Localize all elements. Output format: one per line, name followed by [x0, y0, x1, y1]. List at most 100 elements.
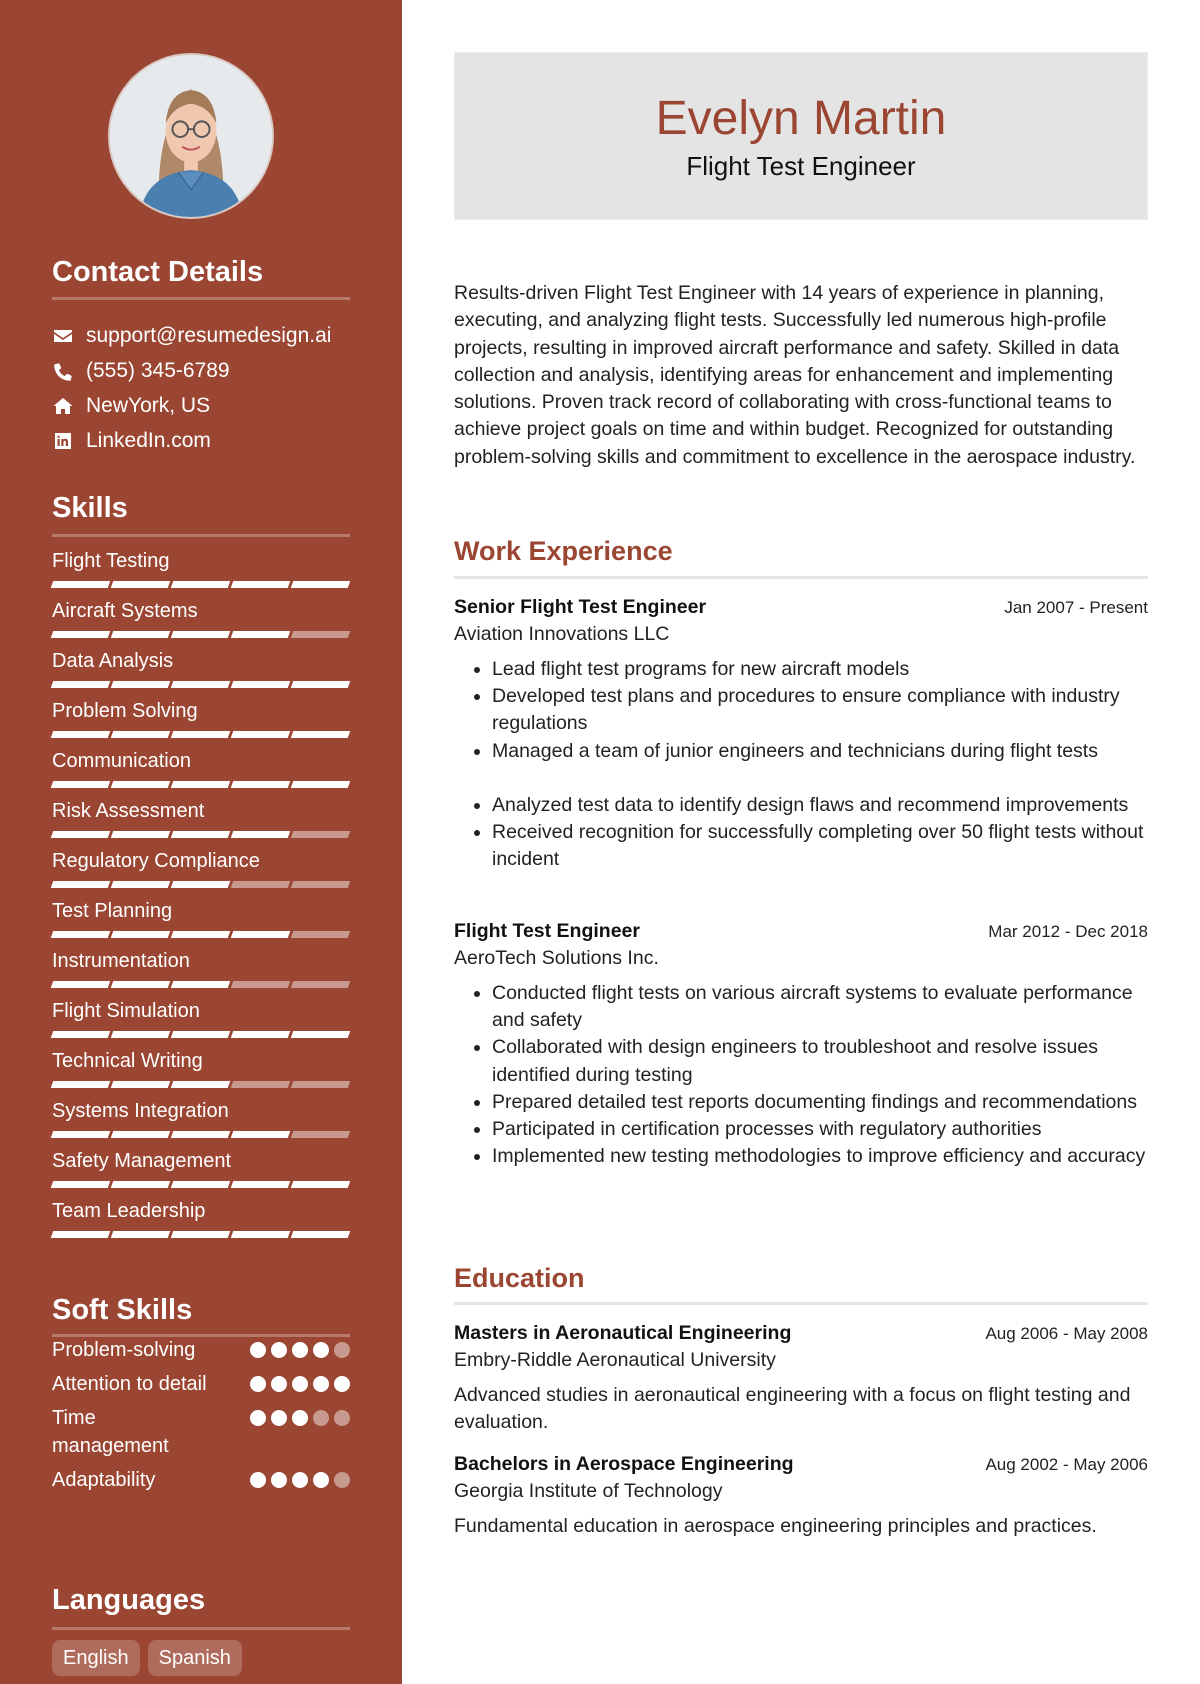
skill-bar-filled [50, 831, 111, 838]
rating-dot-filled [271, 1472, 287, 1488]
skill-bar-filled [170, 1131, 231, 1138]
skill-name: Data Analysis [52, 650, 174, 672]
skill-bar-filled [110, 831, 171, 838]
rating-dot-filled [313, 1342, 329, 1358]
phone-icon [52, 360, 74, 382]
skill-rating [50, 1181, 351, 1188]
skill-name: Instrumentation [52, 950, 190, 972]
contact-linkedin[interactable]: LinkedIn.com [52, 423, 350, 458]
rating-dot-filled [313, 1376, 329, 1392]
bullet-item: Collaborated with design engineers to tr… [492, 1034, 1148, 1088]
rating-dot-filled [250, 1376, 266, 1392]
skill-rating [50, 1031, 351, 1038]
skill-bar-filled [170, 1031, 231, 1038]
languages-divider [52, 1627, 350, 1630]
skill-bar-empty [290, 1081, 351, 1088]
skill-bar-filled [110, 731, 171, 738]
skill-name: Regulatory Compliance [52, 850, 260, 872]
contact-location-text: NewYork, US [86, 393, 211, 417]
rating-dot-filled [271, 1410, 287, 1426]
skill-item: Team Leadership [50, 1196, 351, 1246]
job-company: Aviation Innovations LLC [454, 623, 670, 645]
education-dates: Aug 2006 - May 2008 [985, 1324, 1148, 1343]
skill-item: Flight Testing [50, 546, 351, 596]
contact-heading: Contact Details [52, 256, 264, 288]
skill-bar-filled [230, 731, 291, 738]
skill-bar-filled [170, 931, 231, 938]
skill-bar-filled [170, 981, 231, 988]
skill-item: Data Analysis [50, 646, 351, 696]
rating-dot-filled [292, 1472, 308, 1488]
education-divider [454, 1302, 1148, 1305]
skill-bar-filled [50, 781, 111, 788]
skill-bar-filled [110, 581, 171, 588]
skill-bar-filled [170, 1231, 231, 1238]
contact-phone[interactable]: (555) 345-6789 [52, 353, 350, 388]
rating-dot-filled [271, 1376, 287, 1392]
skill-bar-filled [50, 1131, 111, 1138]
skill-rating [50, 681, 351, 688]
skill-bar-empty [290, 831, 351, 838]
skill-bar-filled [230, 831, 291, 838]
skill-bar-filled [110, 631, 171, 638]
bullet-item: Analyzed test data to identify design fl… [492, 792, 1148, 819]
school-name: Embry-Riddle Aeronautical University [454, 1349, 776, 1371]
skill-bar-filled [230, 1131, 291, 1138]
skill-bar-filled [50, 981, 111, 988]
skill-item: Problem Solving [50, 696, 351, 746]
skill-bar-filled [50, 681, 111, 688]
rating-dot-empty [313, 1410, 329, 1426]
skill-rating [50, 781, 351, 788]
skill-name: Problem Solving [52, 700, 198, 722]
skill-item: Safety Management [50, 1146, 351, 1196]
rating-dot-filled [292, 1342, 308, 1358]
skill-rating [50, 1231, 351, 1238]
soft-skill-name: Problem-solving [52, 1339, 196, 1361]
skill-bar-filled [230, 781, 291, 788]
profile-photo [108, 53, 274, 219]
rating-dot-empty [334, 1342, 350, 1358]
skill-bar-filled [50, 731, 111, 738]
bullet-item: Lead flight test programs for new aircra… [492, 656, 1148, 683]
bullet-item [492, 765, 1148, 792]
skill-item: Systems Integration [50, 1096, 351, 1146]
job-company: AeroTech Solutions Inc. [454, 947, 659, 969]
home-icon [52, 395, 74, 417]
skill-bar-filled [230, 681, 291, 688]
rating-dot-filled [292, 1410, 308, 1426]
skill-bar-filled [110, 931, 171, 938]
skill-bar-filled [110, 681, 171, 688]
contact-email[interactable]: support@resumedesign.ai [52, 318, 350, 353]
skill-name: Flight Simulation [52, 1000, 200, 1022]
job-title: Flight Test Engineer [454, 920, 640, 942]
skill-rating [50, 1081, 351, 1088]
skill-name: Safety Management [52, 1150, 231, 1172]
soft-skill-name: Adaptability [52, 1469, 156, 1491]
bullet-item: Implemented new testing methodologies to… [492, 1143, 1148, 1170]
job-bullets: Conducted flight tests on various aircra… [454, 980, 1148, 1170]
bullet-item: Conducted flight tests on various aircra… [492, 980, 1148, 1034]
skill-bar-filled [290, 731, 351, 738]
skill-item: Technical Writing [50, 1046, 351, 1096]
linkedin-icon [52, 430, 74, 452]
skill-bar-filled [170, 781, 231, 788]
skill-item: Flight Simulation [50, 996, 351, 1046]
skills-heading: Skills [52, 492, 128, 524]
skill-name: Communication [52, 750, 191, 772]
skill-bar-filled [110, 1031, 171, 1038]
skill-bar-filled [170, 681, 231, 688]
skill-bar-filled [290, 681, 351, 688]
bullet-item: Managed a team of junior engineers and t… [492, 738, 1148, 765]
skill-bar-filled [110, 781, 171, 788]
rating-dot-filled [292, 1376, 308, 1392]
skill-item: Aircraft Systems [50, 596, 351, 646]
soft-skills-heading: Soft Skills [52, 1294, 193, 1326]
skill-bar-empty [230, 1081, 291, 1088]
skill-rating [50, 981, 351, 988]
rating-dot-filled [250, 1410, 266, 1426]
skill-bar-filled [110, 1181, 171, 1188]
rating-dot-filled [313, 1472, 329, 1488]
skill-rating [50, 931, 351, 938]
skill-bar-filled [110, 981, 171, 988]
contact-email-text: support@resumedesign.ai [86, 323, 332, 347]
